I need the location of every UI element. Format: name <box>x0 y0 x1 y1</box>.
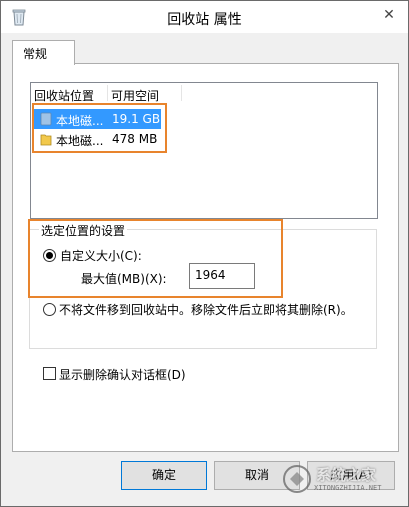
highlight-box <box>28 219 283 298</box>
list-header: 回收站位置 可用空间 <box>31 83 377 103</box>
ok-button[interactable]: 确定 <box>121 461 207 490</box>
window-title: 回收站 属性 <box>167 12 242 28</box>
tab-label: 常规 <box>23 47 48 61</box>
properties-dialog: 回收站 属性 ✕ 常规 回收站位置 可用空间 本地磁... 19.1 GB 本地… <box>0 0 409 507</box>
watermark-logo-icon <box>283 465 311 493</box>
highlight-box <box>32 103 167 153</box>
column-header-location[interactable]: 回收站位置 <box>34 87 94 104</box>
watermark-text: 系统之家 <box>316 466 377 484</box>
column-divider[interactable] <box>107 85 108 101</box>
no-recycle-radio[interactable] <box>43 303 56 316</box>
column-header-free-space[interactable]: 可用空间 <box>111 87 159 104</box>
column-divider[interactable] <box>181 85 182 101</box>
no-recycle-label[interactable]: 不将文件移到回收站中。移除文件后立即将其删除(R)。 <box>59 301 353 318</box>
watermark-sub: XITONGZHIJIA.NET <box>314 484 382 492</box>
watermark: 系统之家 XITONGZHIJIA.NET <box>282 460 402 500</box>
title-bar: 回收站 属性 ✕ <box>1 1 408 33</box>
tab-general[interactable]: 常规 <box>12 40 75 65</box>
confirm-delete-checkbox[interactable] <box>43 367 56 380</box>
confirm-delete-label[interactable]: 显示删除确认对话框(D) <box>59 366 186 383</box>
close-button[interactable]: ✕ <box>376 4 402 26</box>
